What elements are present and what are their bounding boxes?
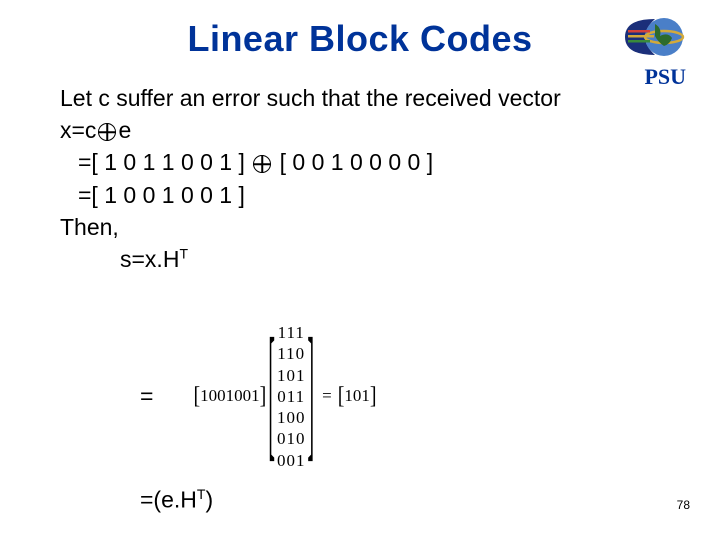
globe-logo-icon [620,14,690,60]
equals-label: = [140,383,153,410]
result-vector: 101 [344,386,370,406]
eht-pre: =(e.H [140,487,197,513]
slide-body: Let c suffer an error such that the rece… [60,82,680,275]
then-label: Then, [60,211,680,243]
text-line: Let c suffer an error such that the rece… [60,82,680,114]
vec-b: [ 0 0 1 0 0 0 0 ] [280,149,433,175]
bracket-icon: [ [338,383,345,411]
equation-step2: =[ 1 0 0 1 0 0 1 ] [60,179,680,211]
syndrome-expr: s=x.HT [60,243,680,275]
matrix-row: 111 [277,322,306,343]
matrix-column: 111 110 101 011 100 010 001 [277,322,306,471]
eht-expr: =(e.HT) [140,486,213,514]
equation-step1: =[ 1 0 1 1 0 0 1 ] [ 0 0 1 0 0 0 0 ] [60,146,680,178]
matrix-row: 011 [277,386,306,407]
vec-a: =[ 1 0 1 1 0 0 1 ] [78,149,245,175]
bracket-icon: ] [260,383,267,411]
slide-title: Linear Block Codes [0,0,720,60]
eht-post: ) [205,487,213,513]
x-lhs: x=c [60,117,96,143]
equals-sign: = [322,386,332,406]
matrix-equation: = [1001001] [ 111 110 101 011 100 010 00… [140,322,377,471]
matrix-row: 010 [277,428,306,449]
page-number: 78 [677,498,690,512]
matrix-row: 101 [277,365,306,386]
xor-icon [98,123,116,141]
bracket-icon: [ [193,383,200,411]
xor-icon [253,155,271,173]
x-rhs: e [118,117,131,143]
matrix-row: 100 [277,407,306,428]
bracket-icon: ] [370,383,377,411]
row-vector: 1001001 [200,386,260,406]
matrix-row: 001 [277,450,306,471]
matrix-row: 110 [277,343,306,364]
superscript-t: T [179,245,188,261]
equation-x: x=c e [60,114,680,146]
s-expr: s=x.H [120,246,179,272]
